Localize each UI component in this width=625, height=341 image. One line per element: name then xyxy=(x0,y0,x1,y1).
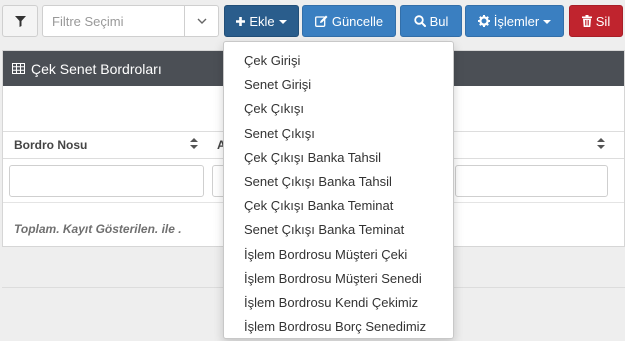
update-button-label: Güncelle xyxy=(331,13,384,29)
column-header-label: Bordro Nosu xyxy=(14,138,88,152)
add-button[interactable]: Ekle xyxy=(224,5,299,37)
column-header-bordro-nosu[interactable]: Bordro Nosu xyxy=(14,132,87,158)
sort-icon[interactable] xyxy=(597,138,605,149)
menu-item-senet-cikisi-banka-tahsil[interactable]: Senet Çıkışı Banka Tahsil xyxy=(224,170,453,194)
operations-button[interactable]: İşlemler xyxy=(465,5,564,37)
edit-icon xyxy=(314,15,328,27)
sort-icon[interactable] xyxy=(190,138,198,149)
caret-down-icon xyxy=(543,20,552,24)
plus-icon xyxy=(236,16,246,26)
operations-button-label: İşlemler xyxy=(493,13,540,29)
table-info-text: Toplam. Kayıt Gösterilen. ile . xyxy=(14,222,182,236)
delete-button[interactable]: Sil xyxy=(569,5,623,37)
menu-item-islem-bordrosu-musteri-ceki[interactable]: İşlem Bordrosu Müşteri Çeki xyxy=(224,243,453,267)
bordro-nosu-filter-input[interactable] xyxy=(9,165,204,197)
menu-item-senet-cikisi-banka-teminat[interactable]: Senet Çıkışı Banka Teminat xyxy=(224,218,453,242)
filter-select[interactable]: Filtre Seçimi xyxy=(42,5,219,37)
caret-down-icon xyxy=(278,20,287,24)
filter-button[interactable] xyxy=(2,5,38,37)
column-filter-input[interactable] xyxy=(455,165,608,197)
filter-select-toggle[interactable] xyxy=(184,6,218,36)
toolbar: Filtre Seçimi Ekle Güncelle Bul İşlemler… xyxy=(0,0,625,42)
filter-icon xyxy=(14,15,26,27)
menu-item-cek-girisi[interactable]: Çek Girişi xyxy=(224,49,453,73)
update-button[interactable]: Güncelle xyxy=(302,5,396,37)
menu-item-cek-cikisi-banka-teminat[interactable]: Çek Çıkışı Banka Teminat xyxy=(224,194,453,218)
gear-icon xyxy=(477,15,490,27)
search-icon xyxy=(413,15,426,27)
find-button-label: Bul xyxy=(429,13,449,29)
add-button-label: Ekle xyxy=(249,13,275,29)
chevron-down-icon xyxy=(197,18,206,24)
menu-item-islem-bordrosu-musteri-senedi[interactable]: İşlem Bordrosu Müşteri Senedi xyxy=(224,267,453,291)
find-button[interactable]: Bul xyxy=(400,5,462,37)
menu-item-cek-cikisi-banka-tahsil[interactable]: Çek Çıkışı Banka Tahsil xyxy=(224,146,453,170)
menu-item-islem-bordrosu-kendi-cekimiz[interactable]: İşlem Bordrosu Kendi Çekimiz xyxy=(224,291,453,315)
panel-title: Çek Senet Bordroları xyxy=(31,60,162,77)
filter-select-placeholder: Filtre Seçimi xyxy=(52,14,124,29)
table-icon xyxy=(12,63,25,74)
menu-item-senet-girisi[interactable]: Senet Girişi xyxy=(224,73,453,97)
trash-icon xyxy=(581,15,592,27)
add-dropdown-menu: Çek Girişi Senet Girişi Çek Çıkışı Senet… xyxy=(223,41,454,339)
delete-button-label: Sil xyxy=(595,13,611,29)
menu-item-senet-cikisi[interactable]: Senet Çıkışı xyxy=(224,122,453,146)
menu-item-cek-cikisi[interactable]: Çek Çıkışı xyxy=(224,97,453,121)
menu-item-islem-bordrosu-borc-senedimiz[interactable]: İşlem Bordrosu Borç Senedimiz xyxy=(224,315,453,339)
